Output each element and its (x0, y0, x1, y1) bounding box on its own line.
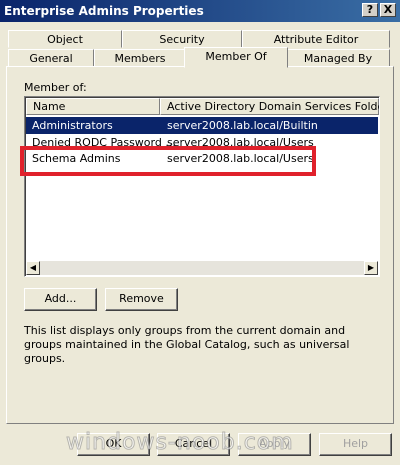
horizontal-scrollbar[interactable]: ◀ ▶ (26, 261, 378, 275)
tab-object[interactable]: Object (8, 30, 122, 48)
row-name: Denied RODC Password ... (32, 136, 176, 146)
remove-button[interactable]: Remove (105, 288, 178, 311)
list-item[interactable]: Administrators server2008.lab.local/Buil… (26, 117, 378, 134)
help-icon[interactable]: ? (362, 3, 378, 17)
highlight-box (20, 146, 316, 176)
watermark: windows-noob.com (66, 430, 294, 456)
scroll-left-icon[interactable]: ◀ (26, 261, 40, 275)
row-name: Administrators (32, 119, 113, 132)
column-header-folder[interactable]: Active Directory Domain Services Folder (160, 98, 379, 115)
help-button[interactable]: Help (319, 433, 392, 456)
add-button[interactable]: Add... (24, 288, 97, 311)
tab-members[interactable]: Members (94, 49, 186, 67)
row-folder: server2008.lab.local/Builtin (167, 119, 318, 132)
tab-managed-by[interactable]: Managed By (286, 49, 390, 67)
list-item[interactable]: Denied RODC Password ... server2008.lab.… (26, 134, 378, 146)
window-title: Enterprise Admins Properties (4, 4, 204, 18)
row-folder: server2008.lab.local/Users (167, 136, 314, 146)
member-of-label: Member of: (24, 81, 87, 94)
tab-member-of[interactable]: Member Of (184, 47, 288, 68)
tab-attribute-editor[interactable]: Attribute Editor (242, 30, 390, 48)
close-icon[interactable]: X (380, 3, 396, 17)
member-of-list[interactable]: Name Active Directory Domain Services Fo… (24, 96, 380, 277)
scroll-right-icon[interactable]: ▶ (364, 261, 378, 275)
tab-general[interactable]: General (8, 49, 94, 67)
title-bar: Enterprise Admins Properties ? X (0, 0, 400, 22)
info-text: This list displays only groups from the … (24, 324, 350, 365)
column-header-name[interactable]: Name (26, 98, 160, 115)
tab-security[interactable]: Security (122, 30, 242, 48)
